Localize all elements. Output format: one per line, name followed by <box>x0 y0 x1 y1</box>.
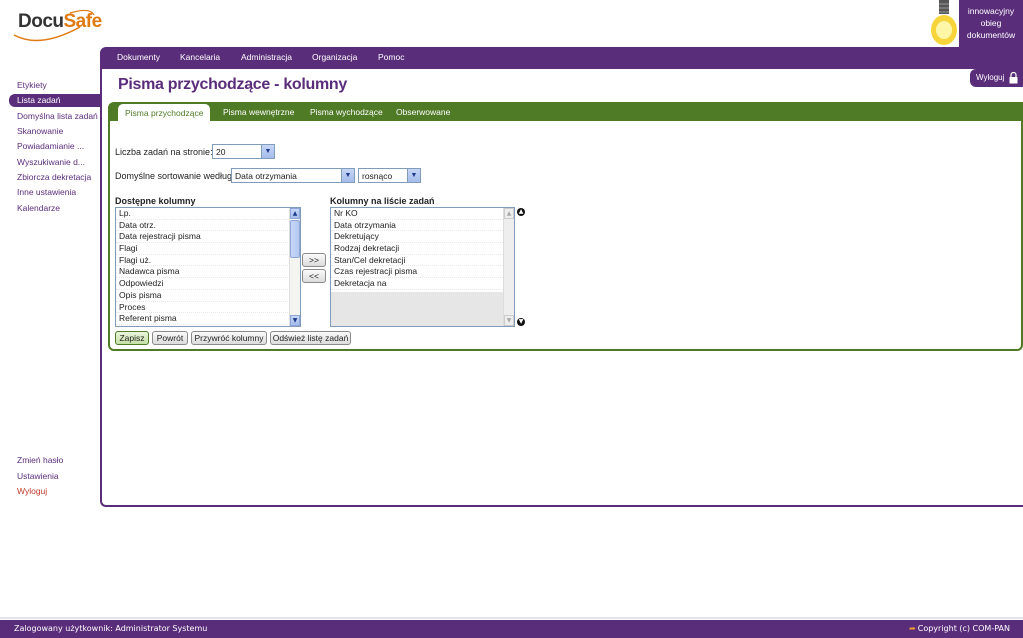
sidebar-item-skanowanie[interactable]: Skanowanie <box>17 126 63 136</box>
sidebar-item-domyslna-lista[interactable]: Domyślna lista zadań <box>17 111 98 121</box>
list-item[interactable]: Data rejestracji pisma <box>116 231 300 244</box>
logout-button[interactable]: Wyloguj <box>970 69 1023 87</box>
scrollbar[interactable]: ▲ ▼ <box>289 208 300 326</box>
footer-divider <box>0 617 1023 619</box>
sort-order-select[interactable]: rosnąco ▼ <box>358 168 421 183</box>
list-item[interactable]: Flagi uż. <box>116 255 300 267</box>
move-right-button[interactable]: >> <box>302 253 326 267</box>
tagline-badge: innowacyjny obieg dokumentów <box>959 0 1023 47</box>
list-item[interactable]: Odpowiedzi <box>116 278 300 290</box>
selected-columns-label: Kolumny na liście zadań <box>330 196 435 206</box>
list-item[interactable]: Data otrz. <box>116 220 300 232</box>
available-columns-label: Dostępne kolumny <box>115 196 196 206</box>
tab-pisma-wychodzace[interactable]: Pisma wychodzące <box>310 107 383 117</box>
sidebar-item-zmien-haslo[interactable]: Zmień hasło <box>17 455 63 465</box>
sidebar-item-etykiety[interactable]: Etykiety <box>17 80 47 90</box>
nav-pomoc[interactable]: Pomoc <box>378 52 404 62</box>
footer-bar: Zalogowany użytkownik: Administrator Sys… <box>0 620 1023 638</box>
list-item[interactable]: Stan/Cel dekretacji <box>331 255 503 267</box>
per-page-label: Liczba zadań na stronie: <box>115 147 213 157</box>
sort-field-select[interactable]: Data otrzymania ▼ <box>231 168 355 183</box>
arrow-icon: ➦ <box>909 624 916 633</box>
nav-administracja[interactable]: Administracja <box>241 52 292 62</box>
list-item[interactable]: Lp. <box>116 208 300 220</box>
sort-label: Domyślne sortowanie według <box>115 171 233 181</box>
sidebar-item-powiadamianie[interactable]: Powiadamianie ... <box>17 141 84 151</box>
scroll-down-icon[interactable]: ▼ <box>290 315 300 326</box>
scroll-thumb[interactable] <box>290 220 300 258</box>
nav-organizacja[interactable]: Organizacja <box>312 52 357 62</box>
scroll-up-icon[interactable]: ▲ <box>290 208 300 219</box>
sidebar-item-inne-ustawienia[interactable]: Inne ustawienia <box>17 187 76 197</box>
lock-icon <box>1009 72 1018 84</box>
move-down-icon[interactable]: ▼ <box>517 318 525 326</box>
chevron-down-icon: ▼ <box>407 169 420 182</box>
per-page-select[interactable]: 20 ▼ <box>212 144 275 159</box>
scroll-down-icon[interactable]: ▼ <box>504 315 514 326</box>
save-button[interactable]: Zapisz <box>115 331 149 345</box>
available-columns-list[interactable]: Lp. Data otrz. Data rejestracji pisma Fl… <box>115 207 301 327</box>
page-title: Pisma przychodzące - kolumny <box>118 76 348 93</box>
list-item[interactable]: Data otrzymania <box>331 220 503 232</box>
list-item[interactable]: Rodzaj dekretacji <box>331 243 503 255</box>
list-item[interactable]: Dekretacja na <box>331 278 503 290</box>
list-item[interactable]: Nr KO <box>331 208 503 220</box>
copyright-link[interactable]: ➦ Copyright (c) COM-PAN <box>909 624 1010 633</box>
chevron-down-icon: ▼ <box>261 145 274 158</box>
list-item[interactable]: Nadawca pisma <box>116 266 300 279</box>
selected-columns-list[interactable]: Nr KO Data otrzymania Dekretujący Rodzaj… <box>330 207 515 327</box>
list-item[interactable]: Flagi <box>116 243 300 255</box>
nav-dokumenty[interactable]: Dokumenty <box>117 52 160 62</box>
top-navigation: Dokumenty Kancelaria Administracja Organ… <box>100 47 1023 69</box>
list-item[interactable]: Proces <box>116 302 300 314</box>
list-item[interactable]: Czas rejestracji pisma <box>331 266 503 279</box>
sidebar-item-zbiorcza-dekretacja[interactable]: Zbiorcza dekretacja <box>17 172 91 182</box>
move-up-icon[interactable]: ▲ <box>517 208 525 216</box>
sidebar-item-kalendarze[interactable]: Kalendarze <box>17 203 60 213</box>
lightbulb-icon <box>931 0 957 45</box>
sidebar-item-wyszukiwanie[interactable]: Wyszukiwanie d... <box>17 157 85 167</box>
sidebar-item-wyloguj[interactable]: Wyloguj <box>17 486 47 496</box>
refresh-list-button[interactable]: Odśwież listę zadań <box>270 331 351 345</box>
logged-user-text: Zalogowany użytkownik: Administrator Sys… <box>14 624 208 633</box>
scrollbar[interactable]: ▲ ▼ <box>503 208 514 326</box>
list-item[interactable]: Dekretujący <box>331 231 503 244</box>
tab-pisma-przychodzace[interactable]: Pisma przychodzące <box>118 104 211 121</box>
restore-columns-button[interactable]: Przywróć kolumny <box>191 331 267 345</box>
list-item[interactable]: Opis pisma <box>116 290 300 302</box>
chevron-down-icon: ▼ <box>341 169 354 182</box>
nav-kancelaria[interactable]: Kancelaria <box>180 52 220 62</box>
tab-pisma-wewnetrzne[interactable]: Pisma wewnętrzne <box>223 107 294 117</box>
docusafe-logo: DocuSafe <box>10 5 102 43</box>
tab-obserwowane[interactable]: Obserwowane <box>396 107 450 117</box>
sidebar-item-ustawienia[interactable]: Ustawienia <box>17 471 59 481</box>
scroll-up-icon[interactable]: ▲ <box>504 208 514 219</box>
back-button[interactable]: Powrót <box>152 331 188 345</box>
list-item[interactable]: Referent pisma <box>116 313 300 325</box>
sidebar-item-lista-zadan[interactable]: Lista zadań <box>9 94 101 107</box>
move-left-button[interactable]: << <box>302 269 326 283</box>
